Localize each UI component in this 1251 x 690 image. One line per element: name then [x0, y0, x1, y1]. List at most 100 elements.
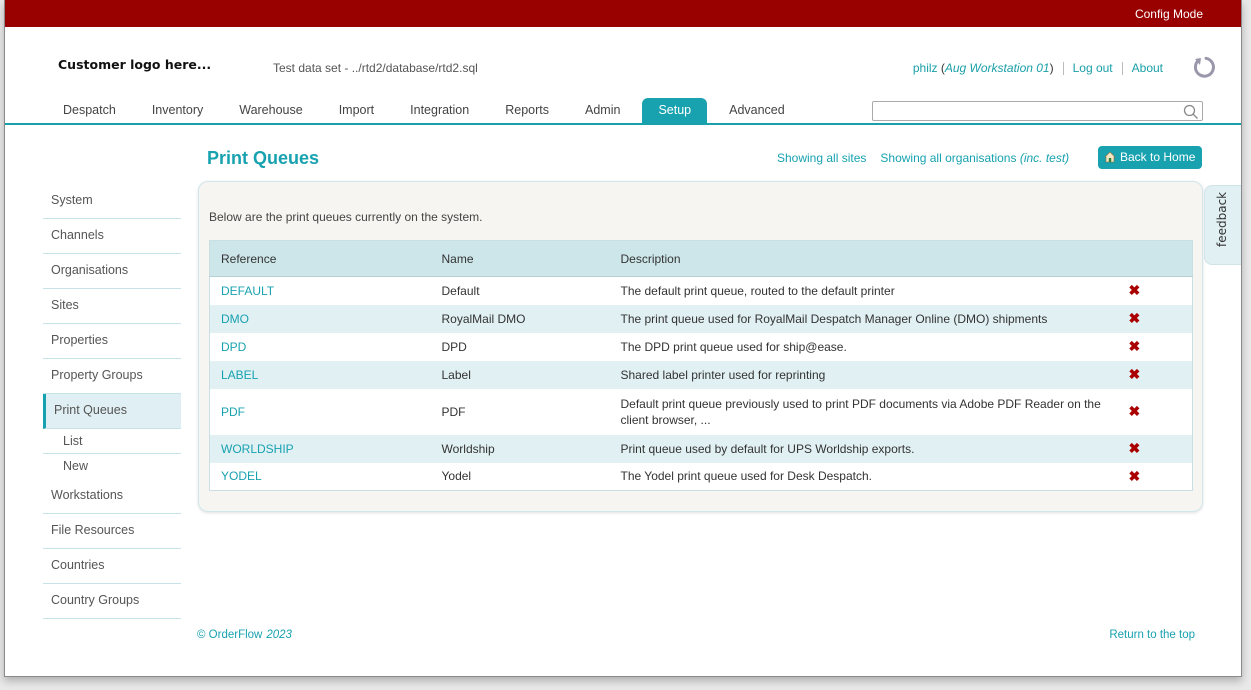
paren-close: ): [1049, 61, 1054, 75]
table-row: DMO RoyalMail DMO The print queue used f…: [209, 304, 1193, 333]
table-row: DPD DPD The DPD print queue used for shi…: [210, 333, 1193, 361]
delete-icon[interactable]: ✖: [1129, 403, 1141, 419]
sidebar-item-countries[interactable]: Countries: [43, 549, 181, 584]
divider: [1062, 61, 1064, 75]
feedback-label[interactable]: feedback: [1215, 192, 1229, 247]
reference-link[interactable]: WORLDSHIP: [209, 434, 442, 463]
user-bar: philz (Aug Workstation 01) Log out About: [913, 61, 1163, 75]
delete-icon[interactable]: ✖: [1129, 366, 1141, 382]
table-header-row: Reference Name Description: [209, 240, 1193, 277]
reference-link[interactable]: LABEL: [209, 360, 442, 389]
description-cell: Shared label printer used for reprinting: [620, 360, 1116, 389]
tab-import[interactable]: Import: [321, 98, 392, 123]
reference-link[interactable]: DMO: [209, 304, 442, 333]
sidebar-item-system[interactable]: System: [43, 184, 181, 219]
footer-copyright: © OrderFlow 2023: [197, 629, 292, 641]
sidebar-item-print-queues[interactable]: Print Queues: [43, 394, 181, 429]
name-cell: Worldship: [441, 434, 621, 463]
description-cell: The DPD print queue used for ship@ease.: [620, 339, 847, 354]
delete-icon[interactable]: ✖: [1129, 440, 1141, 456]
logout-link[interactable]: Log out: [1073, 61, 1113, 75]
intro-text: Below are the print queues currently on …: [209, 210, 483, 224]
table-row: PDF PDF Default print queue previously u…: [210, 389, 1193, 435]
table-row: WORLDSHIP Worldship Print queue used by …: [209, 434, 1193, 463]
divider: [1121, 61, 1123, 75]
tab-inventory[interactable]: Inventory: [134, 98, 221, 123]
dataset-label: Test data set - ../rtd2/database/rtd2.sq…: [273, 61, 478, 75]
sidebar-item-sites[interactable]: Sites: [43, 289, 181, 324]
column-header-name[interactable]: Name: [441, 240, 621, 277]
tab-reports[interactable]: Reports: [487, 98, 567, 123]
customer-logo: Customer logo here...: [58, 57, 212, 72]
description-cell: The default print queue, routed to the d…: [620, 283, 895, 298]
about-link[interactable]: About: [1132, 61, 1163, 75]
search-input[interactable]: [872, 101, 1203, 121]
table-row: LABEL Label Shared label printer used fo…: [209, 360, 1193, 389]
description-cell: The Yodel print queue used for Desk Desp…: [620, 469, 873, 484]
reference-link[interactable]: DEFAULT: [210, 277, 442, 305]
sidebar-item-property-groups[interactable]: Property Groups: [43, 359, 181, 394]
name-cell: RoyalMail DMO: [441, 304, 621, 333]
copyright-text[interactable]: © OrderFlow: [197, 629, 262, 641]
print-queues-table: Reference Name Description DEFAULT Defau…: [209, 240, 1193, 491]
sidebar-item-workstations[interactable]: Workstations: [43, 479, 181, 514]
tab-despatch[interactable]: Despatch: [45, 98, 134, 123]
delete-icon[interactable]: ✖: [1129, 282, 1141, 298]
sidebar-item-file-resources[interactable]: File Resources: [43, 514, 181, 549]
main-nav: Despatch Inventory Warehouse Import Inte…: [45, 98, 803, 123]
sidebar: System Channels Organisations Sites Prop…: [43, 184, 181, 619]
username[interactable]: philz: [913, 61, 938, 75]
delete-icon[interactable]: ✖: [1129, 468, 1141, 484]
home-icon: [1104, 151, 1116, 163]
table-row: DEFAULT Default The default print queue,…: [210, 277, 1193, 305]
tab-warehouse[interactable]: Warehouse: [221, 98, 320, 123]
filter-orgs-link[interactable]: Showing all organisations (inc. test): [880, 151, 1069, 165]
name-cell: DPD: [441, 339, 467, 354]
table-row: YODEL Yodel The Yodel print queue used f…: [210, 463, 1193, 491]
app-window: Config Mode Customer logo here... Test d…: [4, 0, 1242, 677]
content-panel: Below are the print queues currently on …: [198, 181, 1203, 512]
sidebar-subitem-list[interactable]: List: [43, 429, 181, 454]
sidebar-item-country-groups[interactable]: Country Groups: [43, 584, 181, 619]
user-link[interactable]: philz (Aug Workstation 01): [913, 61, 1054, 75]
return-to-top-link[interactable]: Return to the top: [1109, 629, 1195, 641]
copyright-year: 2023: [266, 629, 292, 641]
tab-advanced[interactable]: Advanced: [711, 98, 803, 123]
sidebar-item-organisations[interactable]: Organisations: [43, 254, 181, 289]
search-icon[interactable]: [1183, 104, 1199, 120]
reference-link[interactable]: YODEL: [210, 463, 442, 491]
delete-icon[interactable]: ✖: [1129, 338, 1141, 354]
column-header-description[interactable]: Description: [620, 240, 1116, 277]
header: Customer logo here... Test data set - ..…: [5, 27, 1241, 125]
workstation-name[interactable]: Aug Workstation 01: [945, 61, 1050, 75]
filter-sites-link[interactable]: Showing all sites: [777, 151, 866, 165]
page-title: Print Queues: [207, 148, 320, 168]
filter-orgs-label[interactable]: Showing all organisations: [880, 151, 1016, 165]
description-cell: The print queue used for RoyalMail Despa…: [620, 304, 1116, 333]
tab-admin[interactable]: Admin: [567, 98, 638, 123]
filter-orgs-note[interactable]: (inc. test): [1020, 151, 1069, 165]
column-header-actions: [1115, 240, 1193, 277]
name-cell: Label: [441, 360, 621, 389]
back-to-home-label[interactable]: Back to Home: [1120, 150, 1195, 164]
tab-setup[interactable]: Setup: [642, 98, 708, 123]
back-to-home-button[interactable]: Back to Home: [1098, 146, 1202, 169]
column-header-reference[interactable]: Reference: [209, 240, 442, 277]
description-cell: Default print queue previously used to p…: [620, 396, 1101, 427]
top-bar: Config Mode: [5, 0, 1241, 27]
delete-icon[interactable]: ✖: [1129, 310, 1141, 326]
config-mode-label: Config Mode: [1134, 7, 1203, 21]
description-cell: Print queue used by default for UPS Worl…: [620, 434, 1116, 463]
refresh-icon[interactable]: [1191, 54, 1217, 80]
reference-link[interactable]: PDF: [210, 389, 442, 435]
tab-integration[interactable]: Integration: [392, 98, 487, 123]
sidebar-item-channels[interactable]: Channels: [43, 219, 181, 254]
filters: Showing all sites Showing all organisatio…: [777, 151, 1069, 165]
sidebar-subitem-new[interactable]: New: [43, 454, 181, 479]
reference-link[interactable]: DPD: [210, 333, 442, 361]
name-cell: PDF: [441, 404, 466, 419]
name-cell: Default: [441, 283, 480, 298]
feedback-tab[interactable]: feedback: [1204, 185, 1241, 265]
paren-open: (: [937, 61, 945, 75]
sidebar-item-properties[interactable]: Properties: [43, 324, 181, 359]
